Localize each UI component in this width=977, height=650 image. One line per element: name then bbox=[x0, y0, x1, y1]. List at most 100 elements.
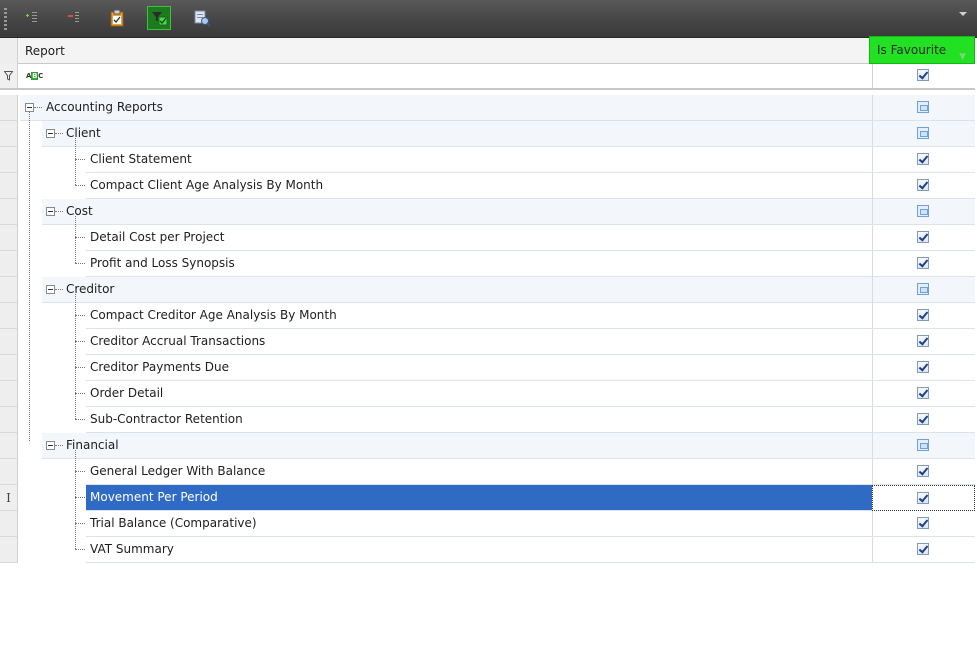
report-row[interactable]: Order Detail bbox=[0, 381, 975, 407]
row-indicator-edit-cursor[interactable]: I bbox=[0, 485, 18, 511]
collapse-icon[interactable] bbox=[46, 129, 55, 138]
row-indicator[interactable] bbox=[0, 277, 18, 303]
favourite-cell[interactable] bbox=[872, 121, 975, 147]
group-row[interactable]: Creditor bbox=[0, 277, 975, 303]
favourite-cell[interactable] bbox=[872, 329, 975, 355]
column-header-report[interactable]: Report bbox=[19, 38, 868, 64]
group-row[interactable]: Cost bbox=[0, 199, 975, 225]
report-cell[interactable]: Detail Cost per Project bbox=[86, 225, 872, 251]
report-row[interactable]: Creditor Payments Due bbox=[0, 355, 975, 381]
favourite-checkbox-checked[interactable] bbox=[917, 543, 929, 555]
report-cell[interactable]: Accounting Reports bbox=[20, 95, 872, 121]
favourite-checkbox-indeterminate[interactable] bbox=[917, 439, 929, 451]
column-header-favourite[interactable]: Is Favourite ▼ bbox=[869, 36, 975, 64]
row-indicator[interactable] bbox=[0, 459, 18, 485]
favourite-cell[interactable] bbox=[872, 459, 975, 485]
favourite-cell[interactable] bbox=[872, 433, 975, 459]
favourite-cell[interactable] bbox=[872, 225, 975, 251]
report-row[interactable]: Detail Cost per Project bbox=[0, 225, 975, 251]
report-cell[interactable]: Profit and Loss Synopsis bbox=[86, 251, 872, 277]
favourite-checkbox-checked[interactable] bbox=[917, 361, 929, 373]
favourite-cell[interactable] bbox=[872, 277, 975, 303]
report-row[interactable]: Creditor Accrual Transactions bbox=[0, 329, 975, 355]
favourite-cell[interactable] bbox=[872, 407, 975, 433]
favourite-checkbox-checked[interactable] bbox=[917, 465, 929, 477]
favourite-cell[interactable] bbox=[872, 355, 975, 381]
row-indicator[interactable] bbox=[0, 147, 18, 173]
row-indicator[interactable] bbox=[0, 511, 18, 537]
row-indicator[interactable] bbox=[0, 121, 18, 147]
row-indicator[interactable] bbox=[0, 199, 18, 225]
report-row[interactable]: I Movement Per Period bbox=[0, 485, 975, 511]
report-cell[interactable]: Client Statement bbox=[86, 147, 872, 173]
report-row[interactable]: General Ledger With Balance bbox=[0, 459, 975, 485]
collapse-icon[interactable] bbox=[46, 207, 55, 216]
favourite-cell[interactable] bbox=[872, 485, 975, 511]
row-indicator[interactable] bbox=[0, 329, 18, 355]
collapse-icon[interactable] bbox=[46, 285, 55, 294]
clipboard-button[interactable] bbox=[105, 6, 129, 30]
favourite-checkbox-checked[interactable] bbox=[917, 413, 929, 425]
report-cell[interactable]: Sub-Contractor Retention bbox=[86, 407, 872, 433]
favourite-checkbox-indeterminate[interactable] bbox=[917, 101, 929, 113]
favourite-checkbox-checked[interactable] bbox=[917, 257, 929, 269]
favourite-checkbox-checked[interactable] bbox=[917, 153, 929, 165]
row-indicator[interactable] bbox=[0, 381, 18, 407]
report-cell[interactable]: Trial Balance (Comparative) bbox=[86, 511, 872, 537]
row-indicator[interactable] bbox=[0, 537, 18, 563]
add-button[interactable] bbox=[20, 6, 44, 30]
group-row[interactable]: Accounting Reports bbox=[0, 95, 975, 121]
row-indicator[interactable] bbox=[0, 225, 18, 251]
favourite-cell[interactable] bbox=[872, 199, 975, 225]
report-cell[interactable]: Compact Client Age Analysis By Month bbox=[86, 173, 872, 199]
favourite-checkbox-checked[interactable] bbox=[917, 231, 929, 243]
report-row[interactable]: VAT Summary bbox=[0, 537, 975, 563]
favourite-checkbox-checked[interactable] bbox=[917, 492, 929, 504]
favourite-cell[interactable] bbox=[872, 381, 975, 407]
report-cell[interactable]: Cost bbox=[42, 199, 872, 225]
report-cell[interactable]: General Ledger With Balance bbox=[86, 459, 872, 485]
text-filter-icon[interactable]: ABC bbox=[26, 72, 43, 80]
report-cell[interactable]: Client bbox=[42, 121, 872, 147]
report-cell[interactable]: VAT Summary bbox=[86, 537, 872, 563]
report-row[interactable]: Compact Creditor Age Analysis By Month bbox=[0, 303, 975, 329]
row-indicator[interactable] bbox=[0, 95, 18, 121]
filter-favourites-button[interactable] bbox=[147, 6, 171, 30]
group-row[interactable]: Financial bbox=[0, 433, 975, 459]
favourite-cell[interactable] bbox=[872, 537, 975, 563]
report-cell[interactable]: Order Detail bbox=[86, 381, 872, 407]
report-row[interactable]: Trial Balance (Comparative) bbox=[0, 511, 975, 537]
report-cell[interactable]: Movement Per Period bbox=[86, 485, 872, 511]
favourite-cell[interactable] bbox=[872, 251, 975, 277]
report-row[interactable]: Client Statement bbox=[0, 147, 975, 173]
row-indicator[interactable] bbox=[0, 303, 18, 329]
report-row[interactable]: Profit and Loss Synopsis bbox=[0, 251, 975, 277]
report-cell[interactable]: Financial bbox=[42, 433, 872, 459]
favourite-filter-checkbox[interactable] bbox=[917, 69, 929, 81]
report-cell[interactable]: Compact Creditor Age Analysis By Month bbox=[86, 303, 872, 329]
row-indicator[interactable] bbox=[0, 407, 18, 433]
row-indicator[interactable] bbox=[0, 173, 18, 199]
report-cell[interactable]: Creditor Accrual Transactions bbox=[86, 329, 872, 355]
row-indicator[interactable] bbox=[0, 251, 18, 277]
report-row[interactable]: Sub-Contractor Retention bbox=[0, 407, 975, 433]
favourite-checkbox-checked[interactable] bbox=[917, 309, 929, 321]
row-indicator[interactable] bbox=[0, 433, 18, 459]
collapse-icon[interactable] bbox=[46, 441, 55, 450]
favourite-cell[interactable] bbox=[872, 147, 975, 173]
favourite-checkbox-indeterminate[interactable] bbox=[917, 205, 929, 217]
favourite-checkbox-checked[interactable] bbox=[917, 335, 929, 347]
favourite-cell[interactable] bbox=[872, 303, 975, 329]
favourite-cell[interactable] bbox=[872, 511, 975, 537]
row-indicator[interactable] bbox=[0, 355, 18, 381]
favourite-checkbox-indeterminate[interactable] bbox=[917, 283, 929, 295]
collapse-icon[interactable] bbox=[25, 103, 34, 112]
toolbar-grip[interactable] bbox=[4, 8, 7, 30]
report-cell[interactable]: Creditor bbox=[42, 277, 872, 303]
favourite-cell[interactable] bbox=[872, 95, 975, 121]
favourite-checkbox-checked[interactable] bbox=[917, 387, 929, 399]
group-row[interactable]: Client bbox=[0, 121, 975, 147]
favourite-checkbox-indeterminate[interactable] bbox=[917, 127, 929, 139]
remove-button[interactable] bbox=[62, 6, 86, 30]
report-row[interactable]: Compact Client Age Analysis By Month bbox=[0, 173, 975, 199]
